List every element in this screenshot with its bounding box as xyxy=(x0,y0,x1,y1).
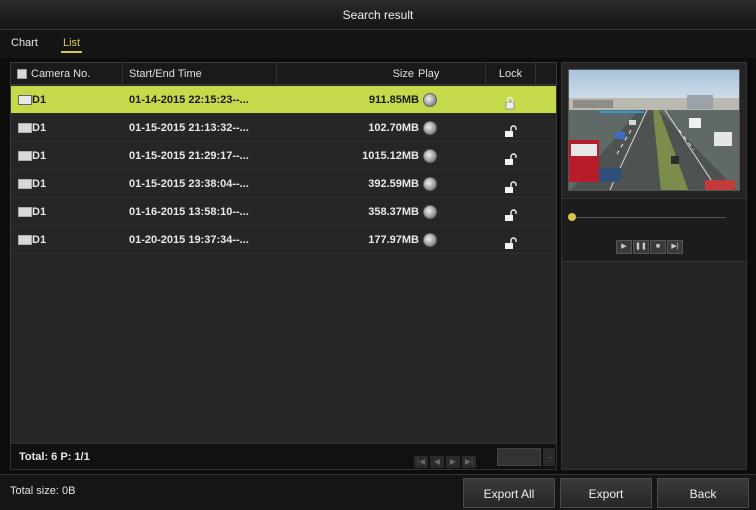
camera-cell: D1 xyxy=(32,150,47,162)
time-cell: 01-15-2015 21:13:32--... xyxy=(129,122,249,134)
lock-open-icon[interactable] xyxy=(503,121,517,137)
size-cell: 392.59MB xyxy=(368,178,419,190)
camera-cell: D1 xyxy=(32,178,47,190)
play-icon[interactable] xyxy=(423,233,437,247)
table-row[interactable]: D1 01-14-2015 22:15:23--... 911.85MB xyxy=(11,86,556,114)
col-play-header: Play xyxy=(416,63,486,85)
table-row[interactable]: D1 01-16-2015 13:58:10--... 358.37MB xyxy=(11,198,556,226)
tab-chart[interactable]: Chart xyxy=(11,37,38,49)
time-cell: 01-20-2015 19:37:34--... xyxy=(129,234,249,246)
timeline-knob[interactable] xyxy=(568,213,576,221)
first-page-icon[interactable]: |◀ xyxy=(414,456,428,468)
export-all-button[interactable]: Export All xyxy=(463,478,555,508)
size-cell: 102.70MB xyxy=(368,122,419,134)
size-cell: 358.37MB xyxy=(368,206,419,218)
tab-list[interactable]: List xyxy=(60,37,83,53)
pause-icon[interactable]: ❚❚ xyxy=(633,240,649,254)
play-icon[interactable]: ▶ xyxy=(616,240,632,254)
play-icon[interactable] xyxy=(423,149,437,163)
play-icon[interactable] xyxy=(423,177,437,191)
playback-controls: ▶ ❚❚ ■ ▶| xyxy=(562,198,746,262)
lock-open-icon[interactable] xyxy=(503,233,517,249)
stop-icon[interactable]: ■ xyxy=(650,240,666,254)
size-cell: 177.97MB xyxy=(368,234,419,246)
size-cell: 1015.12MB xyxy=(362,150,419,162)
lock-open-icon[interactable] xyxy=(503,149,517,165)
lock-open-icon[interactable] xyxy=(503,205,517,221)
camera-cell: D1 xyxy=(32,234,47,246)
step-forward-icon[interactable]: ▶| xyxy=(667,240,683,254)
lock-closed-icon[interactable] xyxy=(503,93,517,110)
player-buttons: ▶ ❚❚ ■ ▶| xyxy=(616,235,684,254)
action-bar: Total size: 0B Export All Export Back xyxy=(0,474,756,510)
go-page-button[interactable]: → xyxy=(543,448,555,466)
tab-bar: Chart List xyxy=(0,30,756,58)
lock-open-icon[interactable] xyxy=(503,177,517,193)
row-checkbox[interactable] xyxy=(18,95,32,105)
window-title: Search result xyxy=(0,0,756,30)
timeline-track[interactable] xyxy=(576,217,726,218)
preview-panel: ▶ ❚❚ ■ ▶| xyxy=(561,62,747,470)
time-cell: 01-15-2015 21:29:17--... xyxy=(129,150,249,162)
play-icon[interactable] xyxy=(423,121,437,135)
results-table: Camera No. Start/End Time Size Play Lock… xyxy=(10,62,557,470)
play-icon[interactable] xyxy=(423,205,437,219)
total-size-label: Total size: 0B xyxy=(10,485,76,497)
col-size-header[interactable]: Size xyxy=(277,63,422,85)
row-checkbox[interactable] xyxy=(18,235,32,245)
camera-cell: D1 xyxy=(32,94,47,106)
video-preview[interactable] xyxy=(568,69,740,191)
col-lock-header: Lock xyxy=(486,63,536,85)
table-row[interactable]: D1 01-15-2015 21:13:32--... 102.70MB xyxy=(11,114,556,142)
next-page-icon[interactable]: ▶ xyxy=(446,456,460,468)
highway-scene-image xyxy=(569,70,739,190)
time-cell: 01-14-2015 22:15:23--... xyxy=(129,94,249,106)
row-checkbox[interactable] xyxy=(18,123,32,133)
pager-controls: |◀ ◀ ▶ ▶| xyxy=(414,451,478,468)
table-row[interactable]: D1 01-15-2015 21:29:17--... 1015.12MB xyxy=(11,142,556,170)
export-button[interactable]: Export xyxy=(560,478,652,508)
table-body: D1 01-14-2015 22:15:23--... 911.85MB D1 01-1… xyxy=(11,86,556,254)
table-row[interactable]: D1 01-15-2015 23:38:04--... 392.59MB xyxy=(11,170,556,198)
row-checkbox[interactable] xyxy=(18,179,32,189)
time-cell: 01-15-2015 23:38:04--... xyxy=(129,178,249,190)
play-icon[interactable] xyxy=(423,93,437,107)
back-button[interactable]: Back xyxy=(657,478,749,508)
total-count: Total: 6 P: 1/1 xyxy=(19,451,90,463)
last-page-icon[interactable]: ▶| xyxy=(462,456,476,468)
row-checkbox[interactable] xyxy=(18,151,32,161)
camera-cell: D1 xyxy=(32,122,47,134)
table-header: Camera No. Start/End Time Size Play Lock xyxy=(11,63,556,85)
col-time-header[interactable]: Start/End Time xyxy=(123,63,277,85)
prev-page-icon[interactable]: ◀ xyxy=(430,456,444,468)
pagination-bar: Total: 6 P: 1/1 |◀ ◀ ▶ ▶| → xyxy=(10,443,557,470)
size-cell: 911.85MB xyxy=(368,94,419,106)
table-row[interactable]: D1 01-20-2015 19:37:34--... 177.97MB xyxy=(11,226,556,254)
row-checkbox[interactable] xyxy=(18,207,32,217)
camera-cell: D1 xyxy=(32,206,47,218)
col-camera-header[interactable]: Camera No. xyxy=(11,63,123,85)
page-number-input[interactable] xyxy=(497,448,541,466)
time-cell: 01-16-2015 13:58:10--... xyxy=(129,206,249,218)
